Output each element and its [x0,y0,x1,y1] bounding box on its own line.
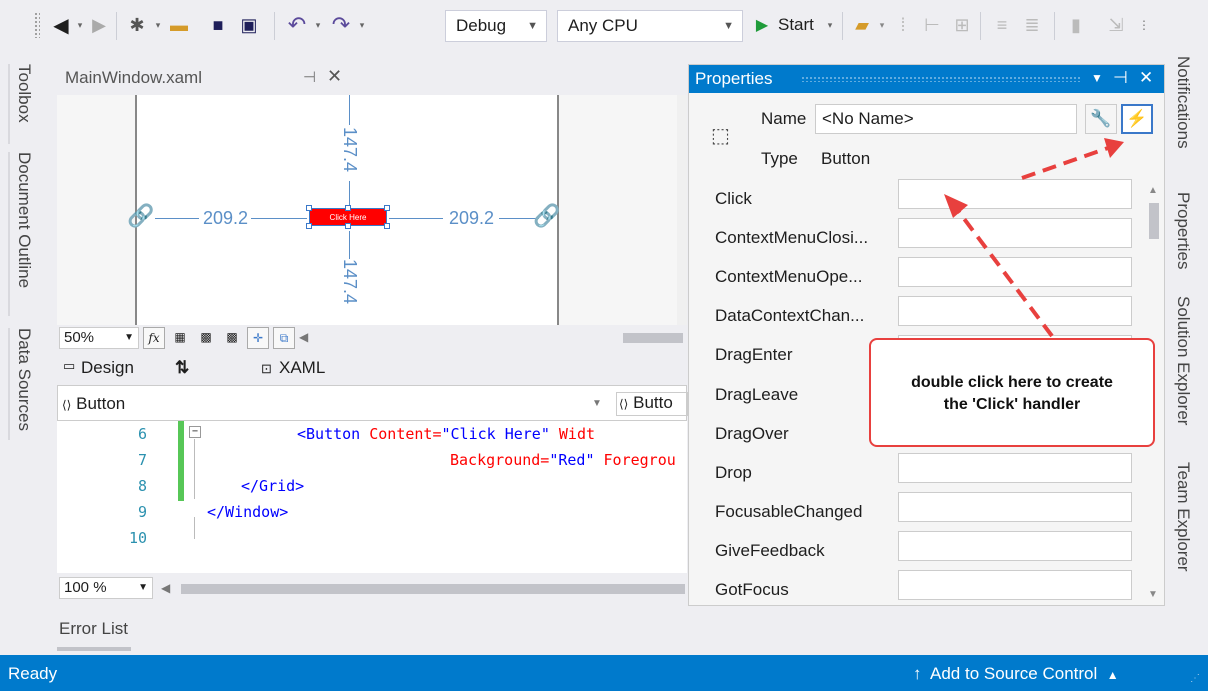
chevron-up-icon: ▲ [1106,668,1119,682]
right-tool-window-tabs: Notifications Properties Solution Explor… [1165,52,1208,656]
team-explorer-tab[interactable]: Team Explorer [1173,462,1193,572]
properties-tab[interactable]: Properties [1173,192,1193,269]
status-bar: Ready ↑ Add to Source Control ▲ ⋰ [0,655,1208,691]
add-to-source-control[interactable]: ↑ Add to Source Control ▲ [913,664,1119,684]
source-control-label: Add to Source Control [930,664,1098,683]
arrow-head-icon [1104,138,1124,158]
arrow-head-icon [944,194,968,218]
annotation-arrows [944,138,1124,338]
solution-explorer-tab[interactable]: Solution Explorer [1173,296,1193,425]
status-ready: Ready [8,664,58,683]
resize-grip-icon[interactable]: ⋰ [1190,673,1200,684]
notifications-tab[interactable]: Notifications [1173,56,1193,149]
arrow-up-icon: ↑ [913,664,922,683]
